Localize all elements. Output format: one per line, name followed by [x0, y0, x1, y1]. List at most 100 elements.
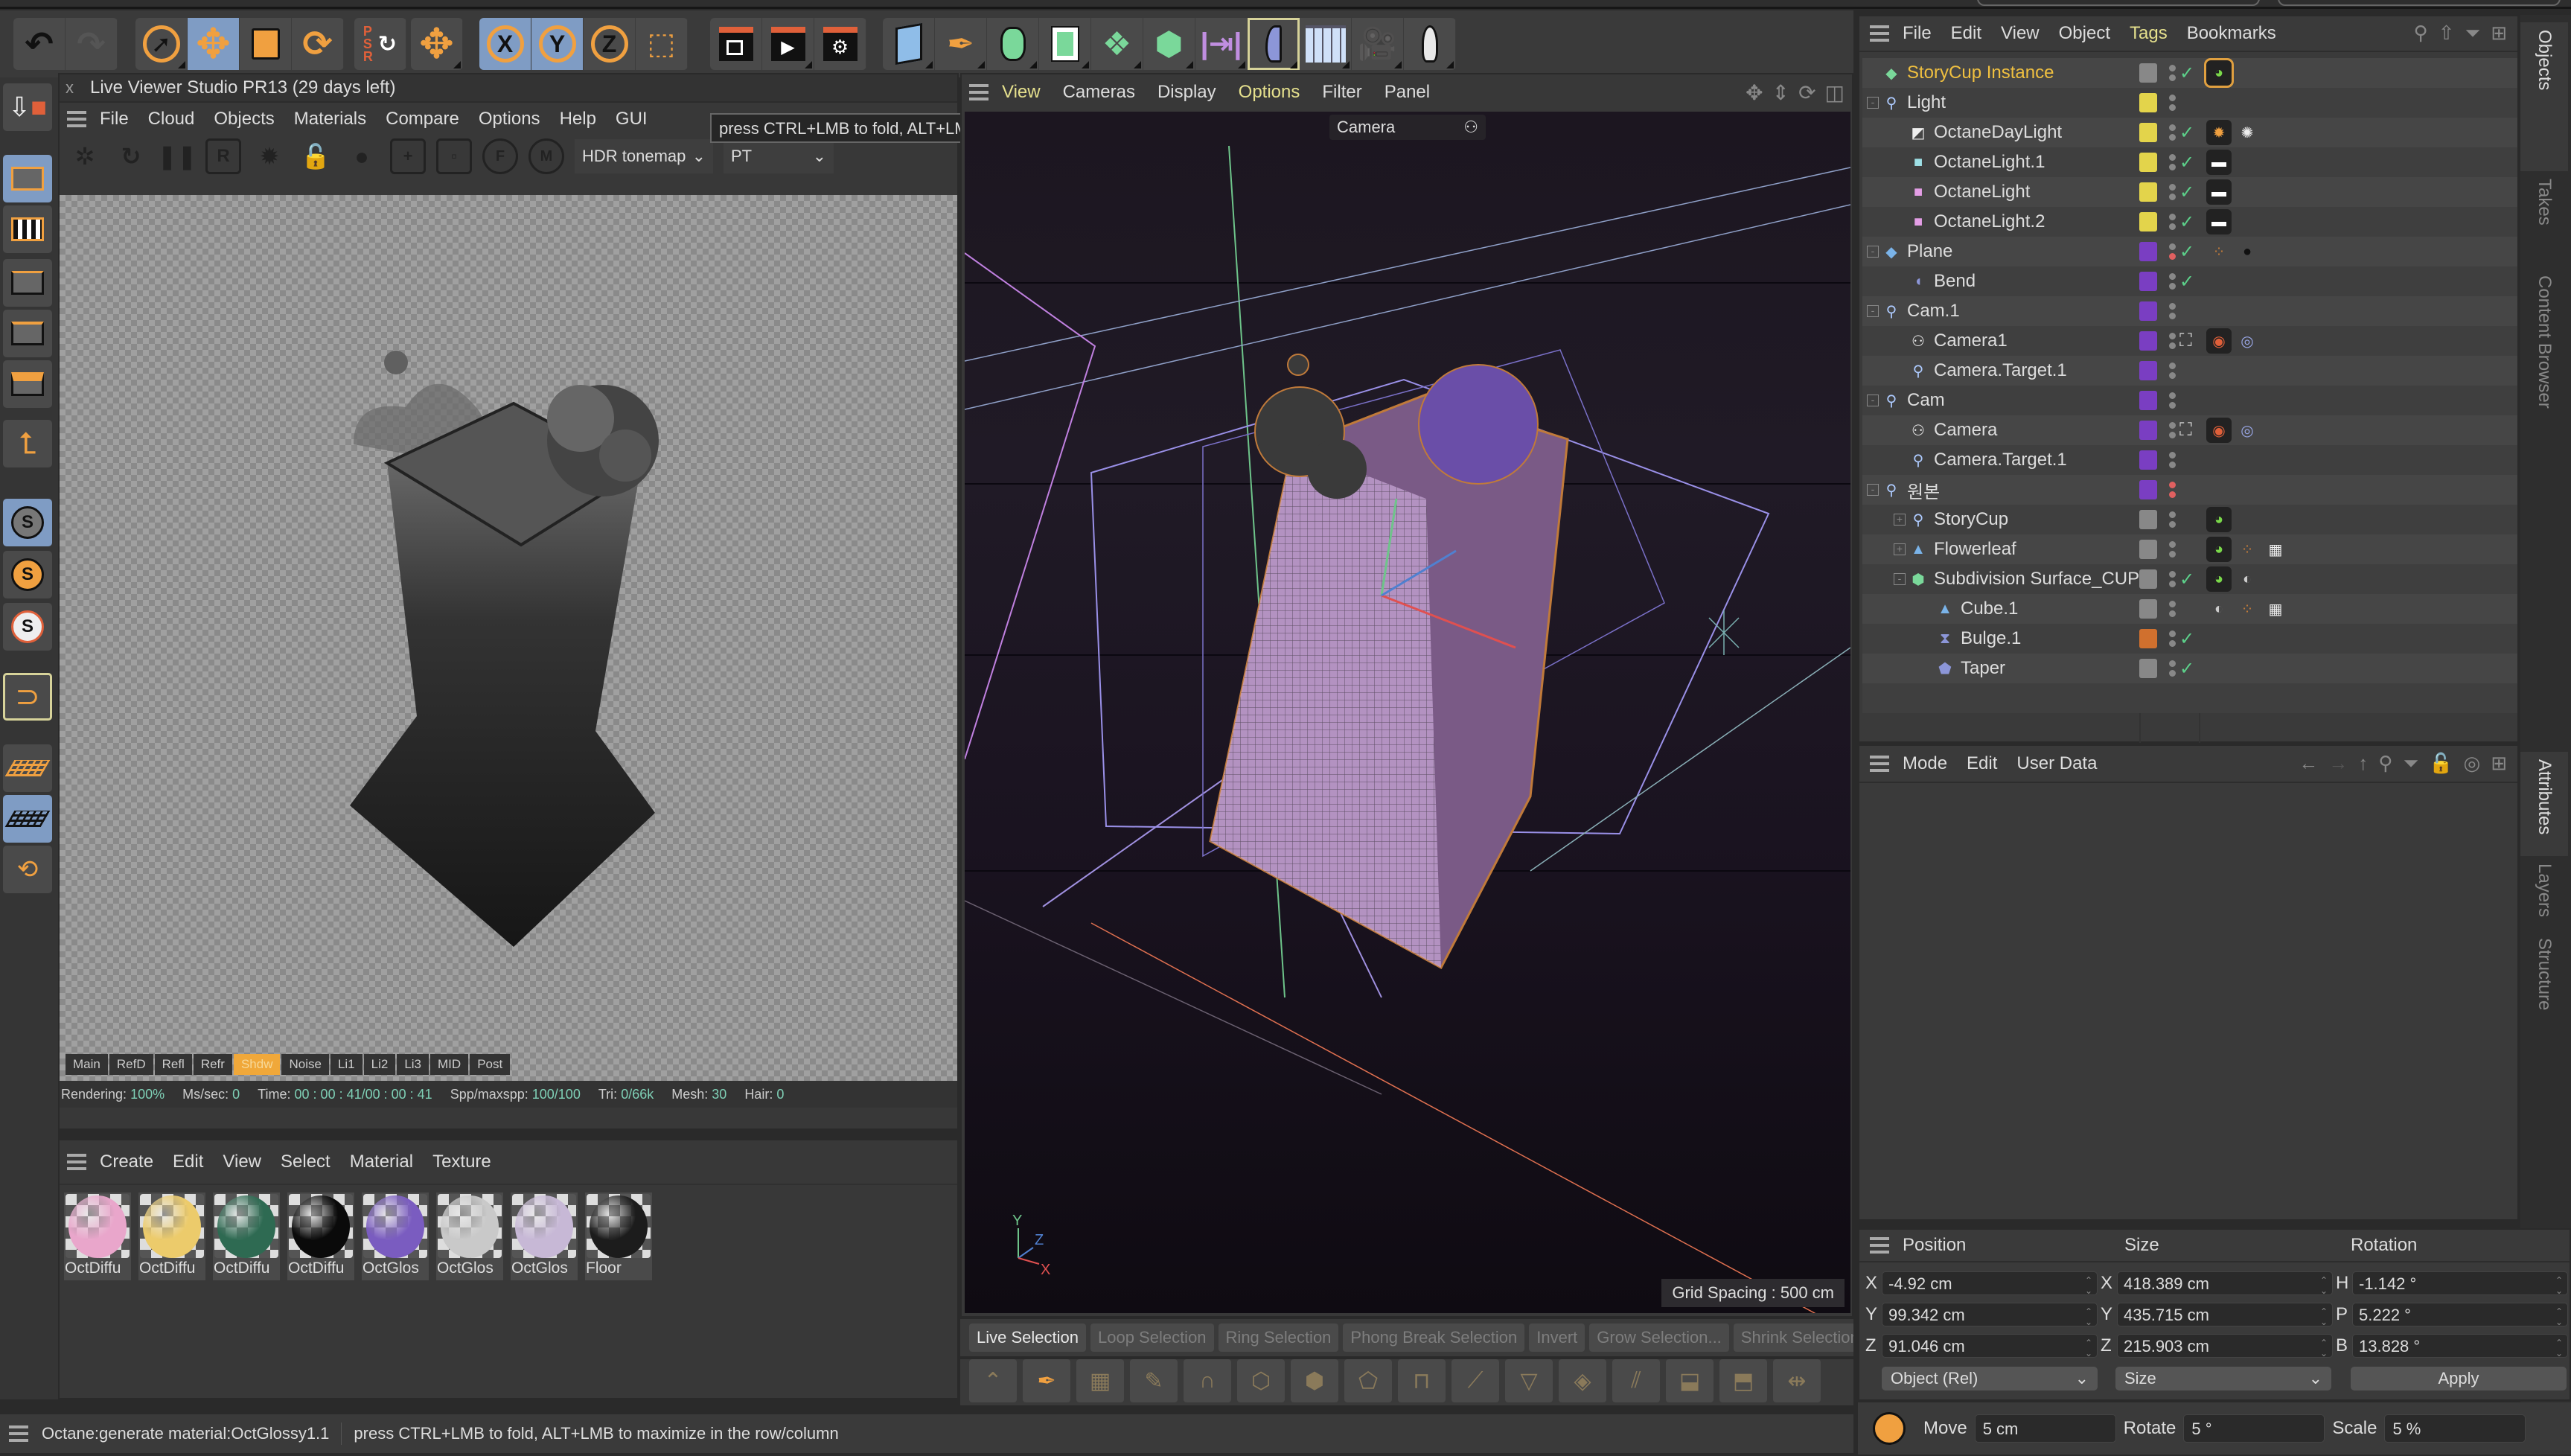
texture-mode-button[interactable]	[3, 205, 52, 253]
polygon-pen-icon[interactable]: ✒	[1023, 1359, 1070, 1402]
arealight-tag-icon[interactable]: ▬	[2206, 179, 2232, 205]
hamburger-icon[interactable]	[67, 111, 86, 127]
stitch-icon[interactable]: ⬓	[1666, 1359, 1714, 1402]
pass-shdw[interactable]: Shdw	[233, 1054, 281, 1075]
scale-step-field[interactable]: 5 %	[2384, 1414, 2526, 1443]
apply-button[interactable]: Apply	[2351, 1367, 2567, 1390]
object-row[interactable]: ■ OctaneLight ✓ ▬	[1862, 177, 2517, 207]
knife-icon[interactable]: ⟋	[1451, 1359, 1499, 1402]
object-name[interactable]: ⧗ Bulge.1	[1935, 624, 2021, 654]
object-row[interactable]: ⧗ Bulge.1 ✓	[1862, 624, 2517, 654]
zoom-icon[interactable]: ⇕	[1772, 80, 1789, 105]
lv-menu-file[interactable]: File	[100, 109, 129, 130]
visibility-dots[interactable]	[2169, 511, 2176, 528]
hamburger-icon[interactable]	[67, 1154, 86, 1170]
layer-color-swatch[interactable]	[2139, 629, 2157, 648]
visibility-dots[interactable]	[2169, 333, 2176, 349]
object-row[interactable]: ⚇ Camera ⛶ ◉ ◎	[1862, 415, 2517, 445]
workplane-button[interactable]	[3, 744, 52, 792]
object-row[interactable]: ■ OctaneLight.2 ✓ ▬	[1862, 207, 2517, 237]
pass-main[interactable]: Main	[66, 1054, 108, 1075]
size-mode-select[interactable]: Size ⌄	[2115, 1367, 2331, 1390]
octane-obj-tag-icon[interactable]: ◕	[2206, 566, 2232, 592]
redo-button[interactable]: ↷	[66, 18, 118, 70]
mm-menu-view[interactable]: View	[223, 1152, 261, 1172]
object-name[interactable]: ⚲ Light	[1882, 88, 1946, 118]
layer-color-swatch[interactable]	[2139, 272, 2157, 291]
octane-camera-tag-icon[interactable]: ◉	[2206, 328, 2232, 354]
lock-workplane-button[interactable]	[3, 795, 52, 843]
solo-single-button[interactable]: S	[3, 551, 52, 598]
layer-color-swatch[interactable]	[2139, 361, 2157, 380]
tab-takes[interactable]: Takes	[2520, 171, 2568, 268]
layer-color-swatch[interactable]	[2139, 421, 2157, 440]
enabled-check-icon[interactable]: ✓	[2179, 211, 2194, 233]
object-name[interactable]: ◖ Bend	[1909, 266, 1976, 296]
object-name[interactable]: ■ OctaneLight.1	[1909, 147, 2045, 177]
phong-tag-icon[interactable]: ⁘	[2235, 596, 2260, 622]
invert-button[interactable]: Invert	[1529, 1324, 1585, 1352]
layer-color-swatch[interactable]	[2139, 301, 2157, 321]
settings-icon[interactable]: ✹	[252, 138, 287, 174]
object-name[interactable]: ⚲ Camera.Target.1	[1909, 356, 2067, 386]
bevel-tool-icon[interactable]: ⌃	[969, 1359, 1017, 1402]
restart-icon[interactable]: ↻	[113, 138, 149, 174]
hamburger-icon[interactable]	[1870, 25, 1889, 42]
filter-icon[interactable]: ⏷	[2403, 752, 2418, 776]
om-menu-tags[interactable]: Tags	[2130, 23, 2168, 44]
region-icon[interactable]: ▫	[436, 138, 472, 174]
vp-menu-panel[interactable]: Panel	[1384, 82, 1430, 103]
object-row[interactable]: ⚲ Camera.Target.1	[1862, 356, 2517, 386]
hamburger-icon[interactable]	[9, 1425, 28, 1442]
position-x-field[interactable]: -4.92 cm	[1882, 1271, 2098, 1296]
visibility-dots[interactable]	[2169, 124, 2176, 141]
enabled-check-icon[interactable]: ✓	[2179, 63, 2194, 84]
lock-icon[interactable]: 🔓	[2429, 752, 2453, 776]
visibility-dots[interactable]	[2169, 601, 2176, 617]
layer-color-swatch[interactable]	[2139, 659, 2157, 678]
material-thumbnail[interactable]: OctDiffu	[287, 1192, 354, 1280]
layer-color-swatch[interactable]	[2139, 510, 2157, 529]
mm-menu-material[interactable]: Material	[350, 1152, 413, 1172]
rotation-p-field[interactable]: 5.222 °	[2352, 1303, 2568, 1327]
uvw-tag-icon[interactable]: ▦	[2263, 537, 2288, 562]
pass-refr[interactable]: Refr	[193, 1054, 232, 1075]
psr-reset-button[interactable]: P S R ↻	[354, 18, 406, 70]
enabled-check-icon[interactable]: ✓	[2179, 182, 2194, 203]
vp-menu-display[interactable]: Display	[1157, 82, 1216, 103]
rotation-b-field[interactable]: 13.828 °	[2352, 1334, 2568, 1358]
object-name[interactable]: ⬢ Subdivision Surface_CUP	[1909, 564, 2139, 594]
coordinate-system-button[interactable]: ⬚	[636, 18, 688, 70]
tab-content-browser[interactable]: Content Browser	[2520, 268, 2568, 506]
lv-menu-materials[interactable]: Materials	[294, 109, 366, 130]
polygons-mode-button[interactable]	[3, 360, 52, 408]
octane-obj-tag-icon[interactable]: ◕	[2206, 507, 2232, 532]
live-select-button[interactable]: ➚	[135, 18, 188, 70]
brush-icon[interactable]: ✎	[1130, 1359, 1178, 1402]
layer-color-swatch[interactable]	[2139, 391, 2157, 410]
search-icon[interactable]: ⚲	[2414, 22, 2428, 45]
object-row[interactable]: - ⚲ Cam.1	[1862, 296, 2517, 326]
visibility-dots[interactable]	[2169, 363, 2176, 379]
lv-menu-help[interactable]: Help	[560, 109, 596, 130]
mm-menu-edit[interactable]: Edit	[173, 1152, 203, 1172]
object-row[interactable]: ■ OctaneLight.1 ✓ ▬	[1862, 147, 2517, 177]
layer-color-swatch[interactable]	[2139, 242, 2157, 261]
bridge-icon[interactable]: ▦	[1076, 1359, 1124, 1402]
object-name[interactable]: ◆ StoryCup Instance	[1882, 58, 2054, 88]
axis-x-button[interactable]: X	[479, 18, 531, 70]
phong-tag-icon[interactable]: ⁘	[2206, 239, 2232, 264]
collapse-toggle[interactable]: -	[1867, 484, 1879, 496]
ring-selection-button[interactable]: Ring Selection	[1218, 1324, 1339, 1352]
solo-off-button[interactable]: S	[3, 499, 52, 546]
uvw-tag-icon[interactable]: ▦	[2263, 596, 2288, 622]
object-row[interactable]: - ⚲ 원본	[1862, 475, 2517, 505]
up-arrow-icon[interactable]: ↑	[2358, 752, 2368, 776]
tab-attributes[interactable]: Attributes	[2520, 752, 2568, 856]
back-arrow-icon[interactable]: ←	[2299, 752, 2318, 776]
material-thumbnail[interactable]: OctDiffu	[64, 1192, 131, 1280]
camera-label[interactable]: Camera ⚇	[1329, 115, 1486, 140]
grow-selection-button[interactable]: Grow Selection...	[1589, 1324, 1729, 1352]
snap-rotate-icon[interactable]	[1873, 1412, 1906, 1445]
object-row[interactable]: ⚇ Camera1 ⛶ ◉ ◎	[1862, 326, 2517, 356]
